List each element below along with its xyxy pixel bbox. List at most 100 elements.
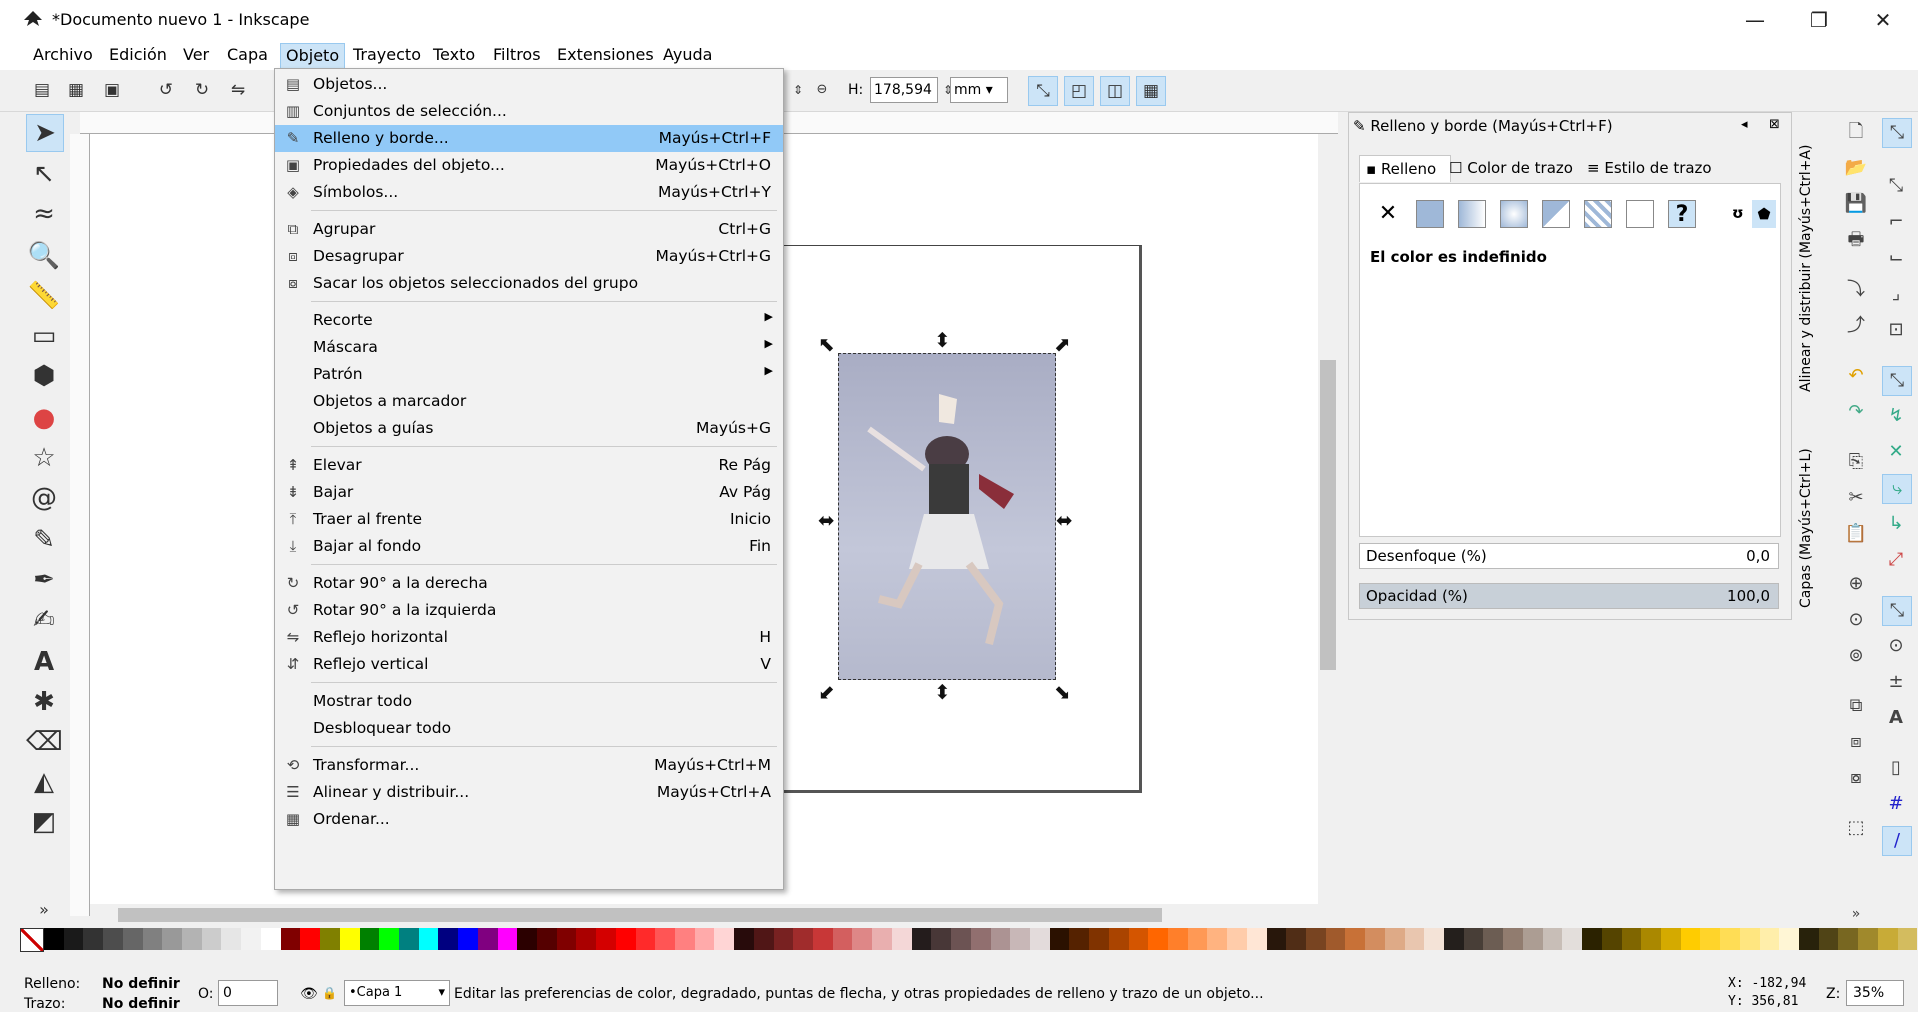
zoom-input[interactable]: 35% xyxy=(1846,980,1904,1006)
palette-swatch[interactable] xyxy=(1798,928,1819,950)
redo-icon[interactable]: ↷ xyxy=(1842,398,1870,426)
calligraphy-tool-icon[interactable]: ✍ xyxy=(26,602,62,638)
palette-swatch[interactable] xyxy=(339,928,360,950)
palette-swatch[interactable] xyxy=(458,928,478,950)
eraser-tool-icon[interactable]: ⌫ xyxy=(26,724,63,760)
snap-grid-icon[interactable]: # xyxy=(1882,790,1910,818)
palette-swatch[interactable] xyxy=(1444,928,1464,950)
palette-swatch[interactable] xyxy=(793,928,814,950)
menu-item-19[interactable]: ⇋ Reflejo horizontal H xyxy=(275,624,783,651)
snap-rotation-center-icon[interactable]: ± xyxy=(1882,668,1910,696)
palette-swatch[interactable] xyxy=(1759,928,1780,950)
menu-filtros[interactable]: Filtros xyxy=(488,43,546,67)
fill-value[interactable]: No definir xyxy=(102,976,180,992)
palette-swatch[interactable] xyxy=(1858,928,1878,950)
color-palette[interactable] xyxy=(20,928,1918,952)
gradient-tool-icon[interactable]: ◩ xyxy=(26,804,62,840)
flip-horizontal-icon[interactable]: ⇋ xyxy=(224,76,252,104)
palette-scrollbar[interactable] xyxy=(20,952,1918,966)
rotate-ccw-icon[interactable]: ↺ xyxy=(152,76,180,104)
move-patterns-icon[interactable]: ▦ xyxy=(1136,76,1166,106)
palette-swatch[interactable] xyxy=(1286,928,1306,950)
palette-swatch[interactable] xyxy=(813,928,833,950)
palette-swatch[interactable] xyxy=(142,928,163,950)
snap-others-icon[interactable]: ⤡ xyxy=(1882,596,1912,626)
ellipse-tool-icon[interactable]: ● xyxy=(26,400,62,436)
palette-swatch[interactable] xyxy=(1246,928,1267,950)
toggle-lock-icon[interactable]: 🔒 xyxy=(322,986,337,1000)
palette-swatch[interactable] xyxy=(872,928,892,950)
snap-enable-icon[interactable]: ⤡ xyxy=(1882,118,1912,148)
snap-path-icon[interactable]: ↯ xyxy=(1882,402,1910,430)
tab-layers[interactable]: Capas (Mayús+Ctrl+L) xyxy=(1798,408,1828,608)
palette-swatch[interactable] xyxy=(891,928,912,950)
menu-item-13[interactable]: ⇞ Elevar Re Pág xyxy=(275,452,783,479)
scale-handle-e-icon[interactable]: ⬌ xyxy=(1056,508,1073,532)
palette-swatch[interactable] xyxy=(1266,928,1287,950)
palette-swatch[interactable] xyxy=(1522,928,1543,950)
palette-swatch[interactable] xyxy=(1187,928,1208,950)
palette-swatch[interactable] xyxy=(694,928,715,950)
palette-swatch[interactable] xyxy=(1720,928,1740,950)
layer-select[interactable]: •Capa 1 ▾ xyxy=(344,980,450,1006)
vertical-ruler[interactable] xyxy=(70,134,90,916)
palette-swatch[interactable] xyxy=(714,928,735,950)
paint-bucket-tool-icon[interactable]: ◭ xyxy=(26,764,62,800)
rectangle-tool-icon[interactable]: ▭ xyxy=(26,318,62,354)
export-icon[interactable]: ⤴ xyxy=(1842,312,1870,340)
palette-swatch[interactable] xyxy=(1463,928,1484,950)
tab-estilo-de-trazo[interactable]: ≡ Estilo de trazo xyxy=(1587,155,1712,181)
cut-icon[interactable]: ✂ xyxy=(1842,484,1870,512)
paste-icon[interactable]: 📋 xyxy=(1842,520,1870,548)
zoom-page-icon[interactable]: ⊚ xyxy=(1842,642,1870,670)
palette-swatch[interactable] xyxy=(1897,928,1918,950)
pattern-icon[interactable] xyxy=(1584,200,1612,228)
palette-swatch[interactable] xyxy=(1306,928,1326,950)
snap-page-border-icon[interactable]: ▯ xyxy=(1882,754,1910,782)
snap-bbox-icon[interactable]: ⤡ xyxy=(1882,172,1910,200)
copy-icon[interactable]: ⎘ xyxy=(1842,448,1870,476)
linear-gradient-icon[interactable] xyxy=(1458,200,1486,228)
palette-swatch[interactable] xyxy=(260,928,281,950)
vertical-scrollbar-thumb[interactable] xyxy=(1320,360,1336,670)
unit-select[interactable]: mm ▾ xyxy=(950,77,1008,103)
pen-tool-icon[interactable]: ✒ xyxy=(26,562,62,598)
move-gradients-icon[interactable]: ◫ xyxy=(1100,76,1130,106)
tweak-tool-icon[interactable]: ≈ xyxy=(26,196,62,232)
select-all-icon[interactable]: ▤ xyxy=(28,76,56,104)
palette-swatch[interactable] xyxy=(931,928,952,950)
unset-paint-icon[interactable]: ? xyxy=(1668,200,1696,228)
clone-icon[interactable]: ⧈ xyxy=(1842,728,1870,756)
palette-swatch[interactable] xyxy=(359,928,380,950)
palette-swatch[interactable] xyxy=(773,928,794,950)
scale-handle-w-icon[interactable]: ⬌ xyxy=(818,508,835,532)
selected-image[interactable] xyxy=(838,353,1056,680)
palette-swatch[interactable] xyxy=(1680,928,1701,950)
palette-swatch[interactable] xyxy=(1542,928,1563,950)
palette-swatch[interactable] xyxy=(1424,928,1445,950)
palette-swatch[interactable] xyxy=(1089,928,1109,950)
palette-swatch[interactable] xyxy=(1167,928,1188,950)
deselect-icon[interactable]: ▣ xyxy=(98,76,126,104)
palette-swatch[interactable] xyxy=(1601,928,1622,950)
zoom-selection-icon[interactable]: ⊕ xyxy=(1842,570,1870,598)
node-tool-icon[interactable]: ↖ xyxy=(26,156,62,192)
snap-path-intersection-icon[interactable]: ✕ xyxy=(1882,438,1910,466)
palette-swatch[interactable] xyxy=(1365,928,1385,950)
menu-trayecto[interactable]: Trayecto xyxy=(348,43,426,67)
snap-nodes-icon[interactable]: ⤡ xyxy=(1882,366,1912,396)
scale-handle-nw-icon[interactable]: ⬉ xyxy=(818,332,835,356)
menu-item-17[interactable]: ↻ Rotar 90° a la derecha xyxy=(275,570,783,597)
snap-center-icon[interactable]: ⊙ xyxy=(1882,632,1910,660)
spiral-tool-icon[interactable]: @ xyxy=(26,480,62,516)
duplicate-icon[interactable]: ⧉ xyxy=(1842,692,1870,720)
scale-stroke-icon[interactable]: ⤡ xyxy=(1028,76,1058,106)
group-icon[interactable]: ⬚ xyxy=(1842,814,1870,842)
spray-tool-icon[interactable]: ✱ xyxy=(26,684,62,720)
palette-swatch[interactable] xyxy=(1029,928,1050,950)
palette-swatch[interactable] xyxy=(1128,928,1149,950)
palette-swatch[interactable] xyxy=(1207,928,1228,950)
measure-tool-icon[interactable]: 📏 xyxy=(26,278,62,314)
tab-color-de-trazo[interactable]: ☐ Color de trazo xyxy=(1449,155,1573,181)
lock-ratio-icon[interactable]: ⊖ xyxy=(808,76,836,104)
